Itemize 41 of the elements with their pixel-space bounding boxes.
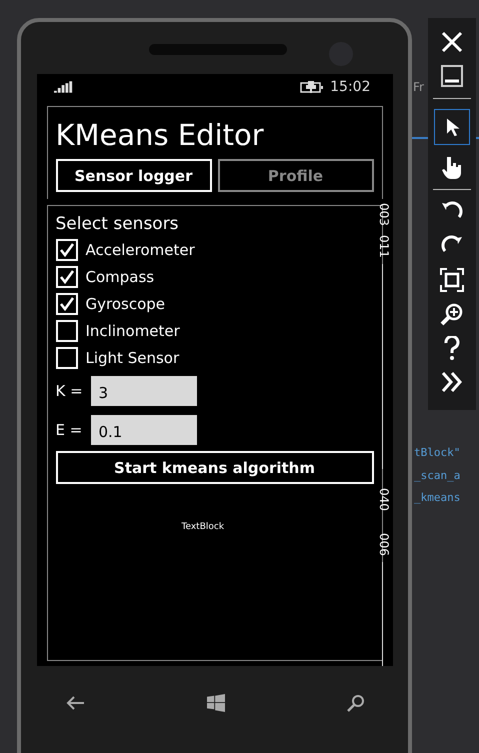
field-label: K = <box>56 382 84 400</box>
input-field[interactable]: 3 <box>90 376 196 406</box>
double-chevron-icon[interactable] <box>440 370 464 394</box>
checkbox-label: Gyroscope <box>86 294 166 312</box>
checkbox-label: Compass <box>86 268 154 286</box>
ruler-label: 003 <box>376 203 390 226</box>
ruler-label: 040 <box>376 488 390 511</box>
section-title: Select sensors <box>56 213 180 236</box>
zoom-icon[interactable] <box>440 302 464 326</box>
checkbox-label: Light Sensor <box>86 348 180 366</box>
app-title: KMeans Editor <box>56 117 265 154</box>
output-text: TextBlock <box>182 522 226 532</box>
checkbox[interactable] <box>56 238 78 260</box>
ruler-label: 006 <box>376 533 390 556</box>
checkbox[interactable] <box>56 292 78 314</box>
close-icon[interactable] <box>440 30 464 54</box>
checkbox[interactable] <box>56 266 78 288</box>
windows-logo-icon[interactable] <box>206 694 226 712</box>
field-label: E = <box>56 420 84 438</box>
battery-charging-icon <box>300 81 324 93</box>
tab[interactable]: Sensor logger <box>56 159 212 192</box>
ruler-label: 011 <box>376 235 390 258</box>
tab[interactable]: Profile <box>218 159 374 192</box>
input-field[interactable]: 0.1 <box>90 414 196 444</box>
checkbox-label: Accelerometer <box>86 240 195 258</box>
code-text: _kmeans <box>414 491 460 504</box>
checkbox-label: Inclinometer <box>86 322 180 340</box>
code-text: tBlock" <box>414 446 460 459</box>
hand-pointer-icon[interactable] <box>440 155 464 179</box>
signal-icon <box>54 81 74 93</box>
checkbox[interactable] <box>56 346 78 368</box>
search-icon[interactable] <box>346 694 364 712</box>
minimize-icon[interactable] <box>440 64 464 88</box>
editor-label: Fr <box>413 80 424 94</box>
back-icon[interactable] <box>64 694 84 712</box>
start-button[interactable]: Start kmeans algorithm <box>56 451 374 484</box>
clock-time: 15:02 <box>330 79 370 95</box>
pointer-tool[interactable] <box>434 109 470 145</box>
checkbox[interactable] <box>56 320 78 342</box>
code-text: _scan_a <box>414 469 460 482</box>
fit-screen-icon[interactable] <box>440 268 464 292</box>
